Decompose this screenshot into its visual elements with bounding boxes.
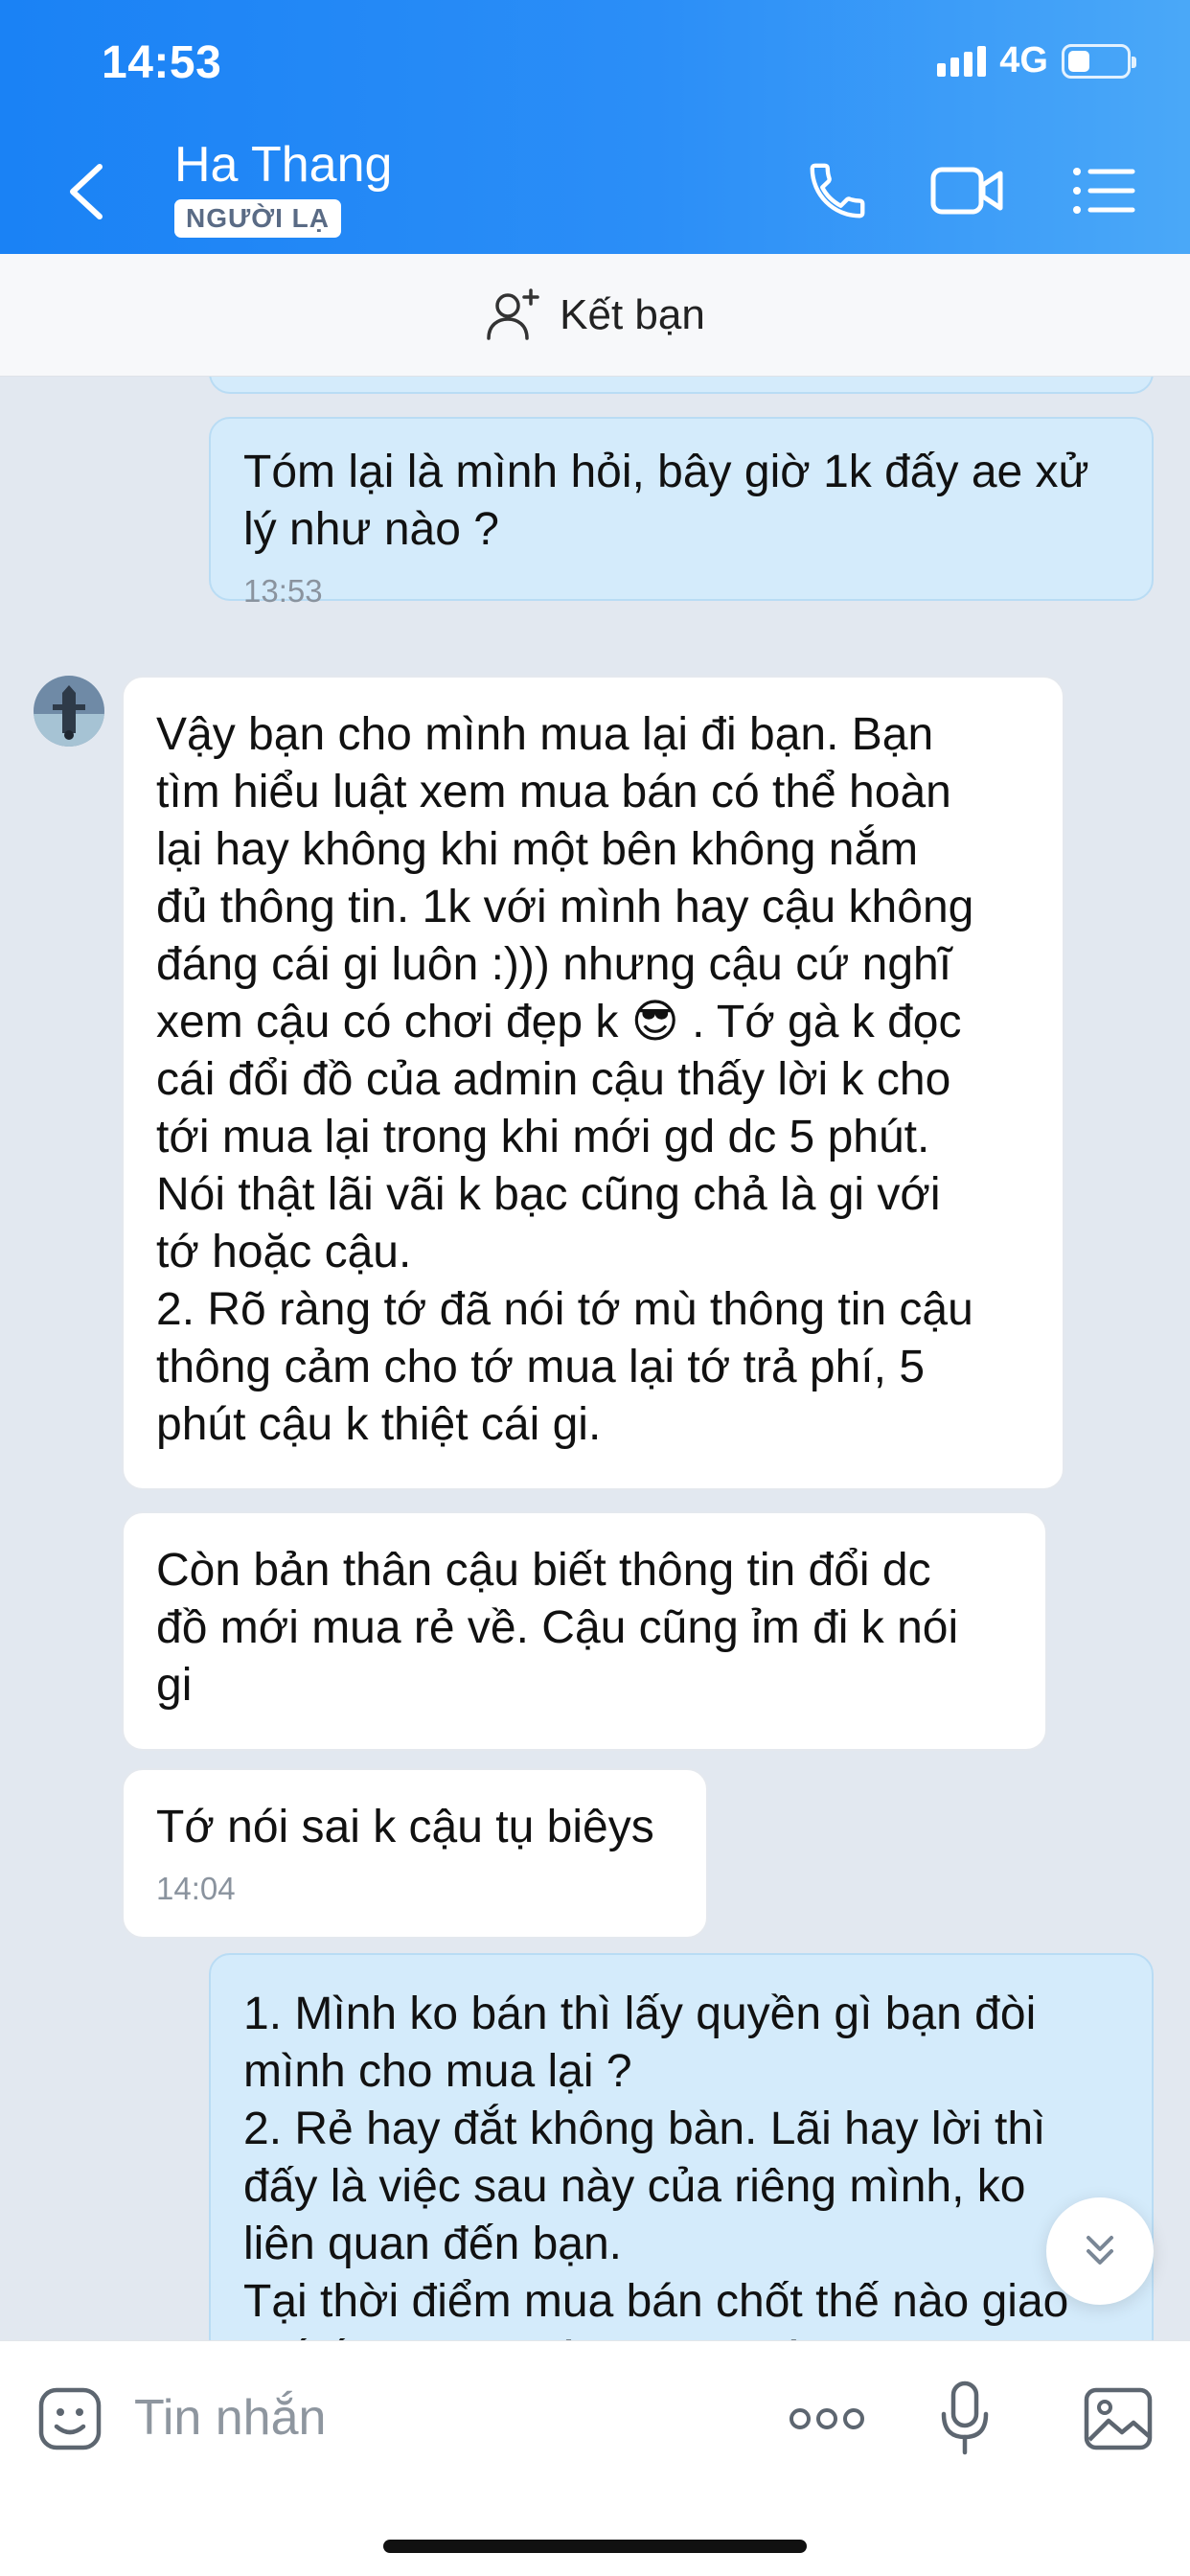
sticker-button[interactable] xyxy=(27,2376,113,2462)
message-bubble-outgoing[interactable]: 1. Mình ko bán thì lấy quyền gì bạn đòi … xyxy=(209,1953,1154,2340)
message-bubble-incoming[interactable]: Vậy bạn cho mình mua lại đi bạn. Bạn tìm… xyxy=(122,676,1064,1490)
contact-name[interactable]: Ha Thang xyxy=(174,136,392,194)
message-time: 13:53 xyxy=(243,573,323,609)
message-input[interactable] xyxy=(134,2380,728,2456)
image-button[interactable] xyxy=(1075,2376,1161,2462)
message-text: Tóm lại là mình hỏi, bây giờ 1k đấy ae x… xyxy=(243,447,1089,555)
network-type: 4G xyxy=(999,40,1048,80)
message-bubble-outgoing[interactable]: Tóm lại là mình hỏi, bây giờ 1k đấy ae x… xyxy=(209,417,1154,609)
chat-header: 14:53 4G Ha Thang NGƯỜI LẠ xyxy=(0,0,1190,254)
video-call-icon xyxy=(930,167,1003,215)
voice-button[interactable] xyxy=(922,2376,1008,2462)
scroll-to-bottom-button[interactable] xyxy=(1046,2197,1154,2305)
battery-icon xyxy=(1062,43,1136,79)
message-text: 1. Mình ko bán thì lấy quyền gì bạn đòi … xyxy=(243,1989,1069,2340)
message-list[interactable]: Tóm lại là mình hỏi, bây giờ 1k đấy ae x… xyxy=(0,377,1190,2340)
more-icon xyxy=(790,2408,864,2429)
signal-icon xyxy=(937,45,987,77)
contact-avatar-icon xyxy=(34,676,104,747)
home-indicator xyxy=(383,2540,807,2553)
add-friend-bar[interactable]: Kết bạn xyxy=(0,254,1190,377)
add-friend-icon xyxy=(487,288,539,340)
message-bubble-incoming[interactable]: Tớ nói sai k cậu tụ biêys 14:04 xyxy=(122,1768,708,1939)
menu-button[interactable] xyxy=(1065,156,1142,225)
more-button[interactable] xyxy=(784,2376,870,2462)
message-text: Tớ nói sai k cậu tụ biêys xyxy=(156,1802,654,1852)
chevron-left-icon xyxy=(70,164,103,219)
stranger-badge: NGƯỜI LẠ xyxy=(174,199,341,238)
message-bubble-previous xyxy=(209,377,1154,394)
message-text: Vậy bạn cho mình mua lại đi bạn. Bạn tìm… xyxy=(156,709,974,1450)
phone-icon xyxy=(810,163,865,218)
message-bubble-incoming[interactable]: Còn bản thân cậu biết thông tin đổi dc đ… xyxy=(122,1511,1047,1751)
status-time: 14:53 xyxy=(102,37,222,88)
status-indicators: 4G xyxy=(937,40,1136,81)
list-menu-icon xyxy=(1073,168,1135,214)
back-button[interactable] xyxy=(57,153,115,230)
add-friend-label: Kết bạn xyxy=(560,290,705,338)
microphone-icon xyxy=(941,2380,989,2455)
image-icon xyxy=(1084,2387,1153,2450)
message-time: 14:04 xyxy=(156,1871,236,1906)
video-call-button[interactable] xyxy=(929,156,1006,225)
chevron-double-down-icon xyxy=(1087,2236,1113,2265)
sticker-icon xyxy=(38,2387,102,2450)
call-button[interactable] xyxy=(799,156,876,225)
avatar[interactable] xyxy=(34,676,104,747)
message-text: Còn bản thân cậu biết thông tin đổi dc đ… xyxy=(156,1545,959,1711)
